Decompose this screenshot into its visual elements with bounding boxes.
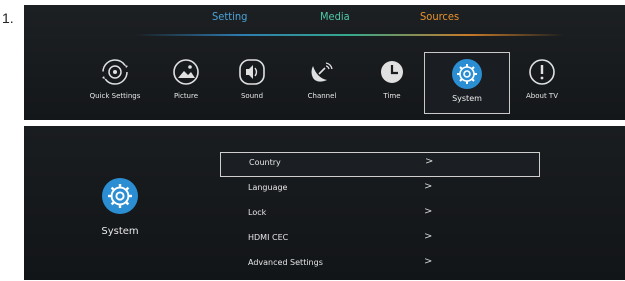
chevron-right-icon: > [425,156,434,167]
chevron-right-icon: > [424,256,433,267]
menu-item-system[interactable]: System [424,52,510,114]
list-item-country[interactable]: Country > [220,152,540,177]
system-gear-icon [452,59,482,89]
step-number: 1. [2,10,14,26]
main-menu-panel: Setting Media Sources Quick Settings Pic… [24,5,625,120]
system-header: System [92,178,148,237]
menu-item-sound[interactable]: Sound [218,57,286,115]
menu-item-time-label: Time [383,92,401,100]
channel-icon [307,57,337,87]
tab-setting[interactable]: Setting [212,10,247,23]
tab-underline [134,34,564,36]
menu-item-quick-settings[interactable]: Quick Settings [81,57,149,115]
menu-item-about-tv[interactable]: About TV [508,57,576,115]
menu-item-about-tv-label: About TV [526,92,558,100]
top-tabs: Setting Media Sources [24,10,625,28]
sound-icon [237,57,267,87]
chevron-right-icon: > [424,181,433,192]
menu-item-system-label: System [452,94,482,103]
tab-media[interactable]: Media [320,10,350,23]
chevron-right-icon: > [424,231,433,242]
system-options-list: Country > Language > Lock > HDMI CEC > A… [220,152,540,277]
list-item-label: Advanced Settings [248,258,323,267]
list-item-label: Language [248,183,288,192]
picture-icon [171,57,201,87]
system-submenu-panel: System Country > Language > Lock > HDMI … [24,126,625,280]
list-item-label: Lock [248,208,267,217]
chevron-right-icon: > [424,206,433,217]
menu-item-channel[interactable]: Channel [288,57,356,115]
list-item-hdmi-cec[interactable]: HDMI CEC > [220,227,540,252]
system-gear-large-icon [102,178,138,214]
list-item-advanced-settings[interactable]: Advanced Settings > [220,252,540,277]
menu-item-picture-label: Picture [173,92,199,100]
menu-item-time[interactable]: Time [358,57,426,115]
list-item-language[interactable]: Language > [220,177,540,202]
list-item-label: HDMI CEC [248,233,289,242]
tab-sources[interactable]: Sources [420,10,459,23]
menu-item-sound-label: Sound [240,92,264,100]
time-icon [377,57,407,87]
list-item-label: Country [249,158,281,167]
system-title: System [101,226,139,237]
menu-item-channel-label: Channel [307,92,337,100]
quick-settings-icon [100,57,130,87]
about-info-icon [527,57,557,87]
menu-item-quick-settings-label: Quick Settings [89,92,141,100]
list-item-lock[interactable]: Lock > [220,202,540,227]
menu-item-picture[interactable]: Picture [152,57,220,115]
